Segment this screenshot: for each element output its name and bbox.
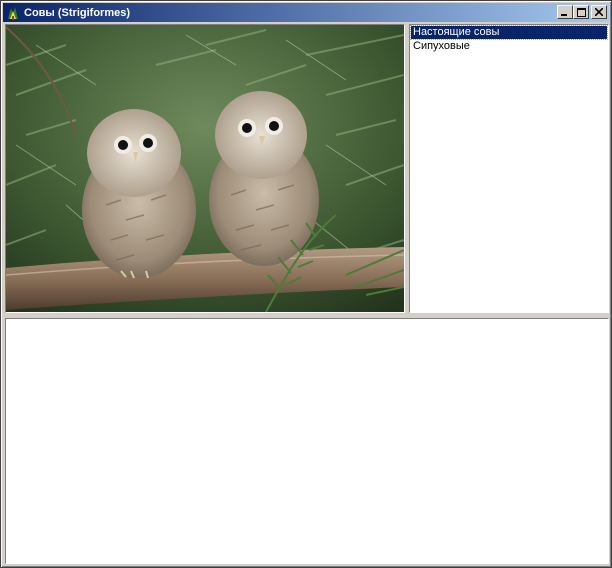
close-button[interactable] bbox=[591, 5, 607, 19]
window-controls bbox=[557, 5, 607, 19]
photo-pane bbox=[5, 24, 405, 313]
title-bar[interactable]: Совы (Strigiformes) bbox=[3, 3, 609, 22]
maximize-icon bbox=[576, 7, 586, 17]
maximize-button[interactable] bbox=[573, 5, 589, 19]
minimize-icon bbox=[561, 14, 567, 16]
list-item[interactable]: Настоящие совы bbox=[410, 25, 608, 40]
main-window: Совы (Strigiformes) Настоящие совы Сипух… bbox=[0, 0, 612, 568]
owl-photo bbox=[6, 25, 404, 312]
description-area[interactable] bbox=[5, 318, 609, 564]
app-icon bbox=[8, 6, 18, 20]
right-owl bbox=[209, 91, 319, 266]
category-list[interactable]: Настоящие совы Сипуховые bbox=[409, 24, 609, 313]
close-icon bbox=[595, 8, 603, 16]
minimize-button[interactable] bbox=[557, 5, 573, 19]
list-item[interactable]: Сипуховые bbox=[411, 40, 607, 53]
window-title: Совы (Strigiformes) bbox=[24, 6, 130, 19]
